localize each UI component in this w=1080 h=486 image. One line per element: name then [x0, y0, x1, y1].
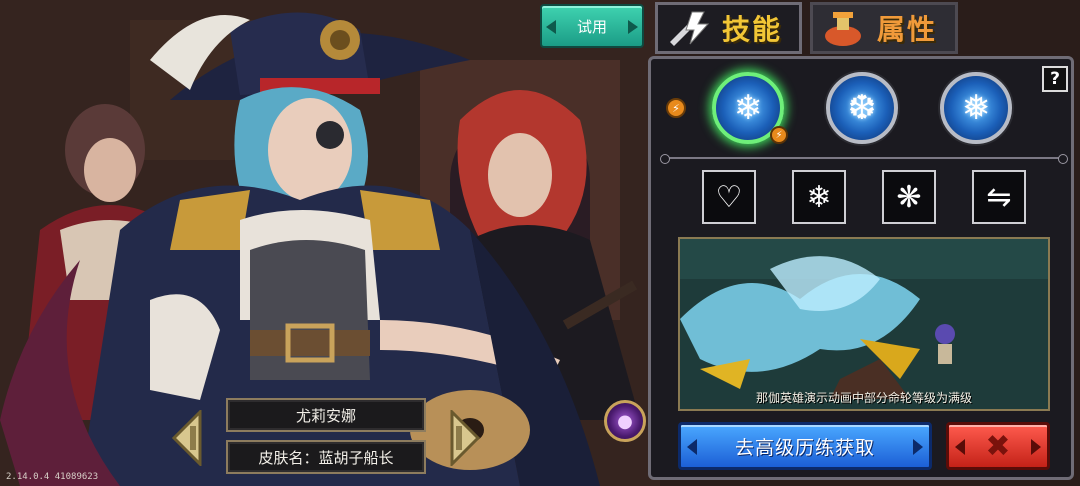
snowflake-burst-icon: ❄ [733, 88, 763, 128]
trial-button[interactable]: 试用 [540, 4, 644, 48]
chevron-right-icon [913, 439, 923, 455]
chevron-right-icon [628, 20, 638, 34]
skill-preview-animation: 那伽英雄演示动画中部分命轮等级为满级 [678, 237, 1050, 411]
tab-skills-label: 技能 [722, 13, 783, 46]
go-advanced-training-button[interactable]: 去高级历练获取 [678, 422, 932, 470]
energy-bolt-icon: ⚡ [666, 98, 686, 118]
previous-skin-arrow-icon[interactable] [170, 410, 204, 466]
next-skin-arrow-icon[interactable] [448, 410, 482, 466]
rune-slot-3[interactable]: ❋ [882, 170, 936, 224]
tab-attributes[interactable]: 属性 [810, 2, 958, 54]
rune-slot-1[interactable]: ♡ [702, 170, 756, 224]
hero-name-plate: 尤莉安娜 [226, 398, 426, 432]
frost-blade-icon: ❅ [961, 88, 991, 128]
skill-slot-2[interactable]: ❆ [826, 72, 898, 144]
snowflake-icon: ❄ [806, 179, 832, 215]
preview-caption: 那伽英雄演示动画中部分命轮等级为满级 [755, 391, 972, 405]
skin-name: 皮肤名：蓝胡子船长 [258, 448, 394, 467]
close-icon: ✖ [985, 428, 1011, 464]
rune-slot-2[interactable]: ❄ [792, 170, 846, 224]
rune-slot-4[interactable]: ⇋ [972, 170, 1026, 224]
chevron-left-icon [687, 439, 697, 455]
ice-crystals-icon: ❋ [896, 179, 922, 215]
chevron-right-icon [1031, 439, 1041, 455]
skin-effect-orb-icon[interactable]: ● [604, 400, 646, 442]
section-divider [660, 154, 1068, 164]
help-button[interactable]: ? [1042, 66, 1068, 92]
preview-scene [680, 239, 1048, 409]
tab-skills[interactable]: 技能 [655, 2, 802, 54]
hero-name: 尤莉安娜 [295, 406, 356, 425]
chevron-left-icon [955, 439, 965, 455]
tab-attributes-label: 属性 [877, 13, 938, 46]
close-button[interactable]: ✖ [946, 422, 1050, 470]
go-advanced-training-label: 去高级历练获取 [734, 436, 875, 459]
version-label: 2.14.0.4 41089623 [6, 472, 99, 482]
potion-flask-icon [825, 12, 861, 46]
ice-spears-icon: ⇋ [986, 179, 1012, 215]
skill-energy-bolt-icon: ⚡ [770, 126, 788, 144]
skill-slot-3[interactable]: ❅ [940, 72, 1012, 144]
ice-shards-icon: ❆ [847, 88, 877, 128]
skin-name-plate: 皮肤名：蓝胡子船长 [226, 440, 426, 474]
trial-button-label: 试用 [576, 17, 607, 36]
chevron-left-icon [546, 20, 556, 34]
heart-snowflake-icon: ♡ [715, 179, 743, 215]
sword-lightning-icon [670, 11, 710, 46]
